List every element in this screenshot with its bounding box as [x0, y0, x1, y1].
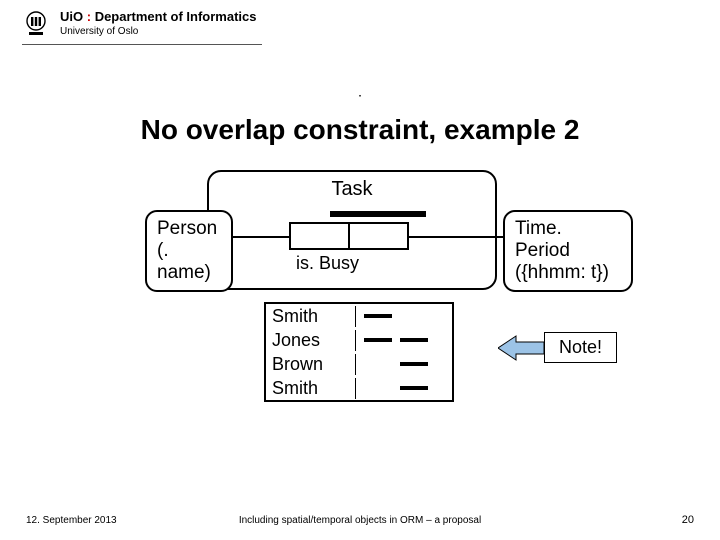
example-bars-3 — [356, 386, 452, 390]
role-cell-2 — [350, 224, 407, 248]
slide: UiO : Department of Informatics Universi… — [0, 0, 720, 540]
entity-person: Person (. name) — [145, 210, 233, 292]
entity-timeperiod: Time. Period ({hhmm: t}) — [503, 210, 633, 292]
task-label: Task — [209, 178, 495, 201]
interval-bar — [364, 314, 392, 318]
interval-bar — [400, 362, 428, 366]
footer-page: 20 — [682, 514, 694, 526]
example-name-0: Smith — [266, 306, 356, 327]
entity-person-ref: (. name) — [157, 240, 221, 284]
example-name-3: Smith — [266, 378, 356, 399]
logo-line1: UiO : Department of Informatics — [60, 10, 257, 24]
uio-text: UiO — [60, 9, 83, 24]
entity-timeperiod-ref: ({hhmm: t}) — [515, 262, 621, 284]
role-cell-1 — [291, 224, 350, 248]
univ-text: University of Oslo — [60, 26, 257, 37]
logo-text: UiO : Department of Informatics Universi… — [60, 10, 257, 37]
example-name-2: Brown — [266, 354, 356, 375]
footer: 12. September 2013 Including spatial/tem… — [0, 508, 720, 526]
logo: UiO : Department of Informatics Universi… — [22, 10, 257, 40]
entity-person-name: Person — [157, 218, 221, 240]
note-label: Note! — [544, 332, 617, 363]
interval-bar — [400, 386, 428, 390]
orm-diagram: Task Person (. name) Time. Period ({hhmm… — [0, 170, 720, 450]
note-callout: Note! — [498, 332, 617, 363]
logo-underline — [22, 44, 262, 45]
interval-bar — [364, 338, 392, 342]
example-bars-2 — [356, 362, 452, 366]
title-superscript-dot: . — [359, 89, 362, 100]
entity-timeperiod-name: Time. Period — [515, 218, 621, 262]
table-row: Brown — [266, 352, 452, 376]
table-row: Smith — [266, 304, 452, 328]
logo-mark — [22, 10, 50, 40]
connector-left — [233, 236, 289, 238]
role-label: is. Busy — [296, 253, 359, 274]
logo-colon: : — [83, 9, 95, 24]
title-text: No overlap constraint, example 2 — [141, 114, 580, 145]
table-row: Jones — [266, 328, 452, 352]
table-row: Smith — [266, 376, 452, 400]
dept-text: Department of Informatics — [95, 9, 257, 24]
uio-seal-icon — [22, 10, 50, 40]
footer-title: Including spatial/temporal objects in OR… — [0, 515, 720, 526]
uniqueness-bar — [330, 211, 426, 217]
role-box — [289, 222, 409, 250]
connector-right — [409, 236, 503, 238]
example-table: Smith Jones Brown Smith — [264, 302, 454, 402]
interval-bar — [400, 338, 428, 342]
page-title: . No overlap constraint, example 2 — [0, 82, 720, 146]
example-bars-1 — [356, 338, 452, 342]
example-bars-0 — [356, 314, 452, 318]
arrow-left-icon — [498, 334, 544, 362]
example-name-1: Jones — [266, 330, 356, 351]
